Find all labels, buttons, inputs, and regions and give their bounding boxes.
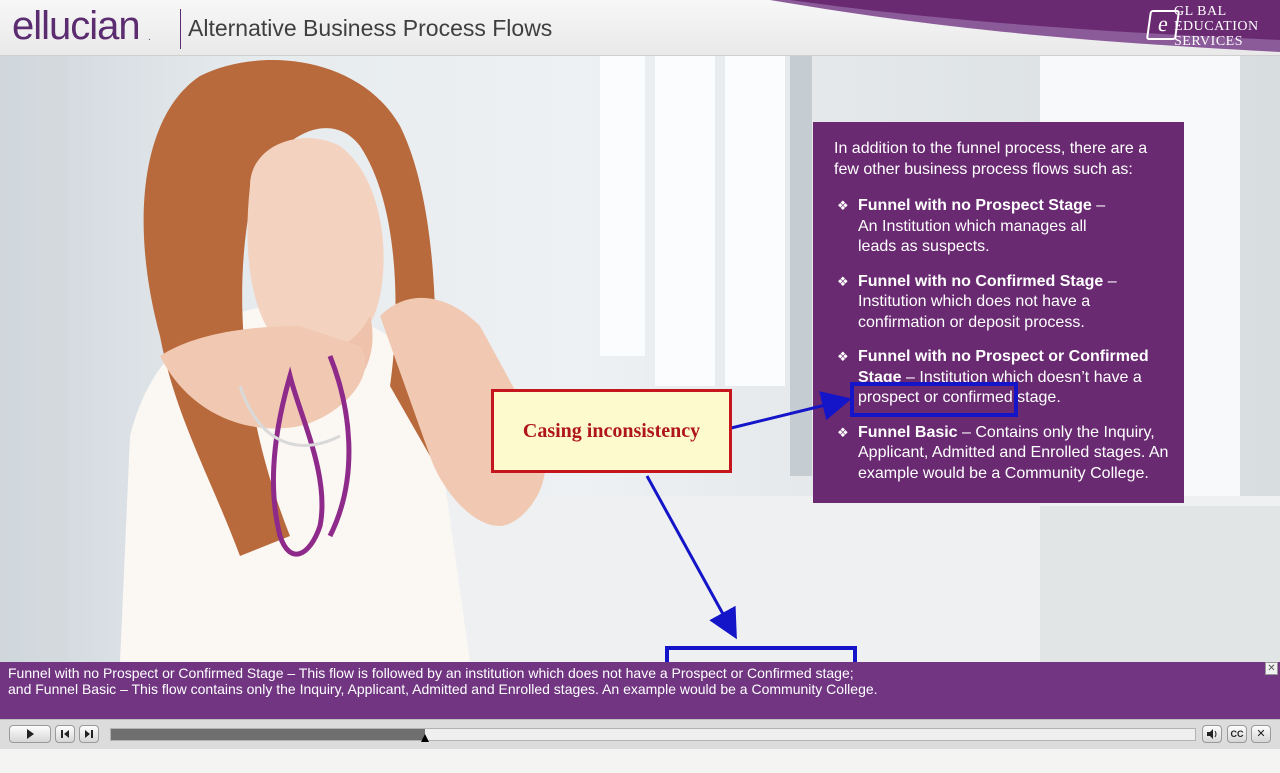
next-button[interactable] — [79, 725, 99, 743]
diamond-bullet-icon: ❖ — [837, 198, 849, 213]
logo-mark: . — [148, 32, 151, 43]
student-figure — [120, 60, 546, 662]
course-title: Alternative Business Process Flows — [188, 15, 553, 41]
seek-thumb[interactable] — [421, 734, 430, 742]
flow-title: Funnel Basic — [858, 423, 958, 441]
course-header: ellucian . Alternative Business Process … — [0, 0, 1280, 56]
ges-line: SERVICES — [1174, 34, 1244, 49]
flow-item: ❖ Funnel with no Prospect Stage – An Ins… — [834, 196, 1170, 258]
ellucian-logo: ellucian — [12, 4, 141, 48]
play-icon — [27, 729, 34, 739]
footer-strip — [0, 749, 1280, 773]
diamond-bullet-icon: ❖ — [837, 273, 849, 289]
flow-description: Institution which does not have a confir… — [858, 293, 1091, 331]
previous-button[interactable] — [55, 725, 75, 743]
seek-progress — [111, 729, 426, 740]
panel-intro: In addition to the funnel process, there… — [834, 140, 1148, 178]
ges-line: EDUCATION — [1174, 19, 1259, 34]
diamond-bullet-icon: ❖ — [837, 424, 849, 440]
flow-separator: – — [1091, 197, 1106, 214]
cc-button[interactable]: CC — [1227, 725, 1247, 743]
chair — [1040, 506, 1280, 662]
caption-line: and Funnel Basic – This flow contains on… — [8, 681, 878, 697]
flow-separator: – — [1103, 272, 1117, 290]
seek-bar[interactable] — [110, 728, 1196, 742]
process-flows-panel: In addition to the funnel process, there… — [813, 122, 1184, 503]
volume-icon — [1207, 729, 1217, 739]
cc-icon: CC — [1230, 729, 1244, 739]
annotation-callout: Casing inconsistency — [491, 389, 732, 473]
caption-close-icon[interactable]: ✕ — [1265, 662, 1278, 675]
flow-title: Funnel with no Prospect Stage — [858, 197, 1092, 214]
player-controls: CC ✕ — [0, 719, 1280, 750]
close-icon: ✕ — [1256, 728, 1266, 740]
flow-description: An Institution which manages all leads a… — [858, 217, 1087, 256]
global-education-services-logo: e GL BAL EDUCATION SERVICES — [1142, 2, 1278, 52]
closed-caption: Funnel with no Prospect or Confirmed Sta… — [0, 662, 1280, 719]
play-button[interactable] — [9, 725, 51, 743]
close-player-button[interactable]: ✕ — [1251, 725, 1271, 743]
flow-title: Funnel with no Confirmed Stage — [858, 272, 1104, 290]
header-divider — [180, 9, 181, 49]
diamond-bullet-icon: ❖ — [837, 349, 849, 364]
ges-line: GL BAL — [1174, 4, 1227, 19]
flow-item: ❖ Funnel with no Confirmed Stage – Insti… — [834, 272, 1170, 334]
volume-button[interactable] — [1202, 725, 1222, 743]
caption-line: Funnel with no Prospect or Confirmed Sta… — [8, 665, 854, 681]
ges-wordmark: GL BAL EDUCATION SERVICES — [1174, 4, 1259, 49]
previous-icon — [61, 730, 69, 738]
highlight-box-panel — [850, 382, 1018, 417]
flow-item: ❖ Funnel Basic – Contains only the Inqui… — [834, 423, 1170, 485]
next-icon — [85, 730, 93, 738]
flow-separator: – — [957, 423, 971, 441]
